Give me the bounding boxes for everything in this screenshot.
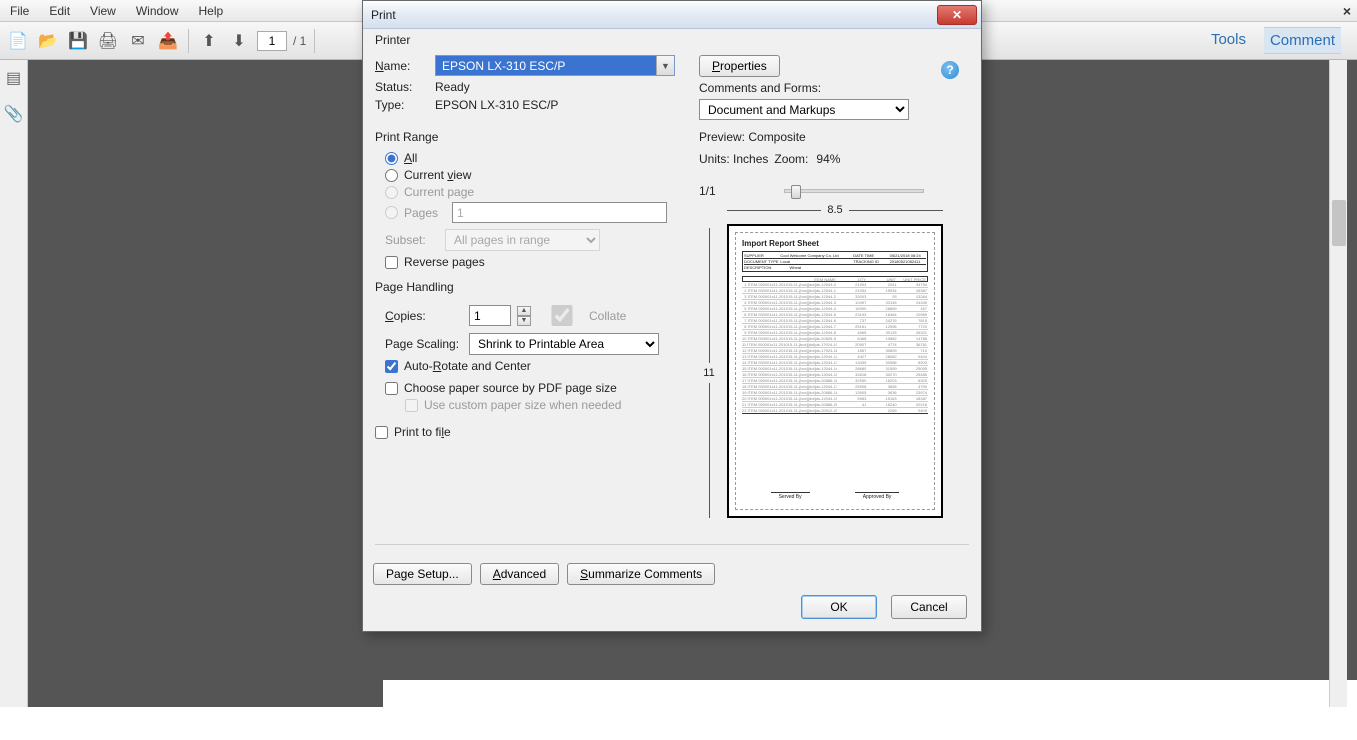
- scrollbar-thumb[interactable]: [1332, 200, 1346, 246]
- new-file-icon[interactable]: 📄: [6, 29, 30, 53]
- print-range-label: Print Range: [375, 130, 685, 144]
- radio-current-page-label: Current page: [404, 185, 474, 199]
- copies-label: Copies:: [385, 309, 463, 323]
- type-label: Type:: [375, 98, 429, 112]
- radio-pages-label: Pages: [404, 206, 446, 220]
- page-preview: Import Report Sheet SUPPLIERCool Welcome…: [727, 224, 943, 518]
- radio-current-view-label: Current view: [404, 168, 471, 182]
- comments-forms-select[interactable]: Document and Markups: [699, 99, 909, 120]
- status-value: Ready: [435, 80, 470, 94]
- menu-edit[interactable]: Edit: [39, 1, 80, 21]
- page-scaling-select[interactable]: Shrink to Printable Area: [469, 333, 659, 355]
- auto-rotate-checkbox[interactable]: Auto-Rotate and Center: [385, 359, 685, 373]
- advanced-button[interactable]: Advanced: [480, 563, 559, 585]
- dialog-title: Print: [371, 8, 396, 22]
- menu-view[interactable]: View: [80, 1, 126, 21]
- page-down-icon[interactable]: ⬇: [227, 29, 251, 53]
- reverse-pages-checkbox[interactable]: Reverse pages: [385, 255, 685, 269]
- preview-width: 8.5: [821, 204, 848, 216]
- comment-link[interactable]: Comment: [1264, 27, 1341, 54]
- name-label: Name:: [375, 59, 429, 73]
- spinner-up-icon[interactable]: ▲: [517, 306, 531, 316]
- spinner-down-icon[interactable]: ▼: [517, 316, 531, 326]
- open-file-icon[interactable]: 📂: [36, 29, 60, 53]
- subset-label: Subset:: [385, 233, 439, 247]
- print-icon[interactable]: 🖨: [96, 29, 120, 53]
- printer-name-value: EPSON LX-310 ESC/P: [436, 56, 656, 75]
- copies-input[interactable]: [469, 305, 511, 326]
- menu-file[interactable]: File: [0, 1, 39, 21]
- help-icon[interactable]: ?: [941, 61, 959, 79]
- zoom-label: Zoom:: [774, 152, 808, 166]
- properties-button[interactable]: Properties: [699, 55, 780, 77]
- choose-paper-label: Choose paper source by PDF page size: [404, 381, 617, 395]
- page-slider[interactable]: [784, 189, 924, 193]
- pages-input: [452, 202, 667, 223]
- radio-current-page: Current page: [385, 185, 685, 199]
- zoom-value: 94%: [816, 152, 840, 166]
- page-up-icon[interactable]: ⬆: [197, 29, 221, 53]
- reverse-pages-label: Reverse pages: [404, 255, 485, 269]
- preview-canvas: 8.5 11 Import Report Sheet SUPPLIERCool …: [699, 204, 949, 534]
- toolbar-separator: [188, 29, 189, 53]
- print-dialog: Print ✕ ? Printer Name: EPSON LX-310 ESC…: [362, 0, 982, 632]
- comments-forms-label: Comments and Forms:: [699, 81, 821, 95]
- ok-button[interactable]: OK: [801, 595, 877, 619]
- page-number-input[interactable]: 1: [257, 31, 287, 51]
- collate-label: Collate: [589, 309, 626, 323]
- radio-all-label: All: [404, 151, 417, 165]
- vertical-scrollbar[interactable]: [1329, 60, 1347, 707]
- print-to-file-checkbox[interactable]: Print to file: [375, 425, 685, 439]
- copies-spinner[interactable]: ▲▼: [517, 306, 531, 326]
- cancel-button[interactable]: Cancel: [891, 595, 967, 619]
- side-panel: ▤ 📎: [0, 60, 28, 707]
- preview-doc-title: Import Report Sheet: [742, 239, 928, 248]
- slider-knob[interactable]: [791, 185, 801, 199]
- attachments-icon[interactable]: 📎: [4, 104, 24, 124]
- document-page: [383, 680, 1357, 740]
- tools-link[interactable]: Tools: [1205, 27, 1252, 54]
- thumbnails-icon[interactable]: ▤: [6, 68, 21, 88]
- approved-by-label: Approved By: [855, 492, 900, 501]
- page-scaling-label: Page Scaling:: [385, 337, 463, 351]
- chevron-down-icon[interactable]: ▼: [656, 56, 674, 75]
- page-setup-button[interactable]: Page Setup...: [373, 563, 472, 585]
- subset-select: All pages in range: [445, 229, 600, 251]
- units-label: Units: Inches: [699, 152, 768, 166]
- preview-label: Preview: Composite: [699, 130, 969, 144]
- served-by-label: Served By: [771, 492, 810, 501]
- page-indicator: 1/1: [699, 184, 716, 198]
- export-icon[interactable]: 📤: [156, 29, 180, 53]
- app-close-icon[interactable]: ×: [1333, 0, 1357, 22]
- custom-paper-checkbox: Use custom paper size when needed: [405, 398, 685, 412]
- close-button[interactable]: ✕: [937, 5, 977, 25]
- page-total: / 1: [293, 34, 306, 48]
- menu-help[interactable]: Help: [189, 1, 234, 21]
- menu-window[interactable]: Window: [126, 1, 189, 21]
- collate-checkbox: Collate: [541, 305, 626, 326]
- divider: [375, 544, 969, 545]
- status-label: Status:: [375, 80, 429, 94]
- save-icon[interactable]: 💾: [66, 29, 90, 53]
- printer-name-select[interactable]: EPSON LX-310 ESC/P ▼: [435, 55, 675, 76]
- page-handling-label: Page Handling: [375, 280, 685, 294]
- radio-current-view[interactable]: Current view: [385, 168, 685, 182]
- custom-paper-label: Use custom paper size when needed: [424, 398, 621, 412]
- preview-height: 11: [703, 363, 714, 383]
- radio-pages: Pages: [385, 202, 685, 223]
- printer-section-label: Printer: [375, 33, 969, 47]
- summarize-comments-button[interactable]: Summarize Comments: [567, 563, 715, 585]
- toolbar-separator: [314, 29, 315, 53]
- type-value: EPSON LX-310 ESC/P: [435, 98, 558, 112]
- auto-rotate-label: Auto-Rotate and Center: [404, 359, 531, 373]
- choose-paper-checkbox[interactable]: Choose paper source by PDF page size: [385, 381, 685, 395]
- radio-all[interactable]: All: [385, 151, 685, 165]
- print-to-file-label: Print to file: [394, 425, 451, 439]
- email-icon[interactable]: ✉: [126, 29, 150, 53]
- dialog-titlebar[interactable]: Print ✕: [363, 1, 981, 29]
